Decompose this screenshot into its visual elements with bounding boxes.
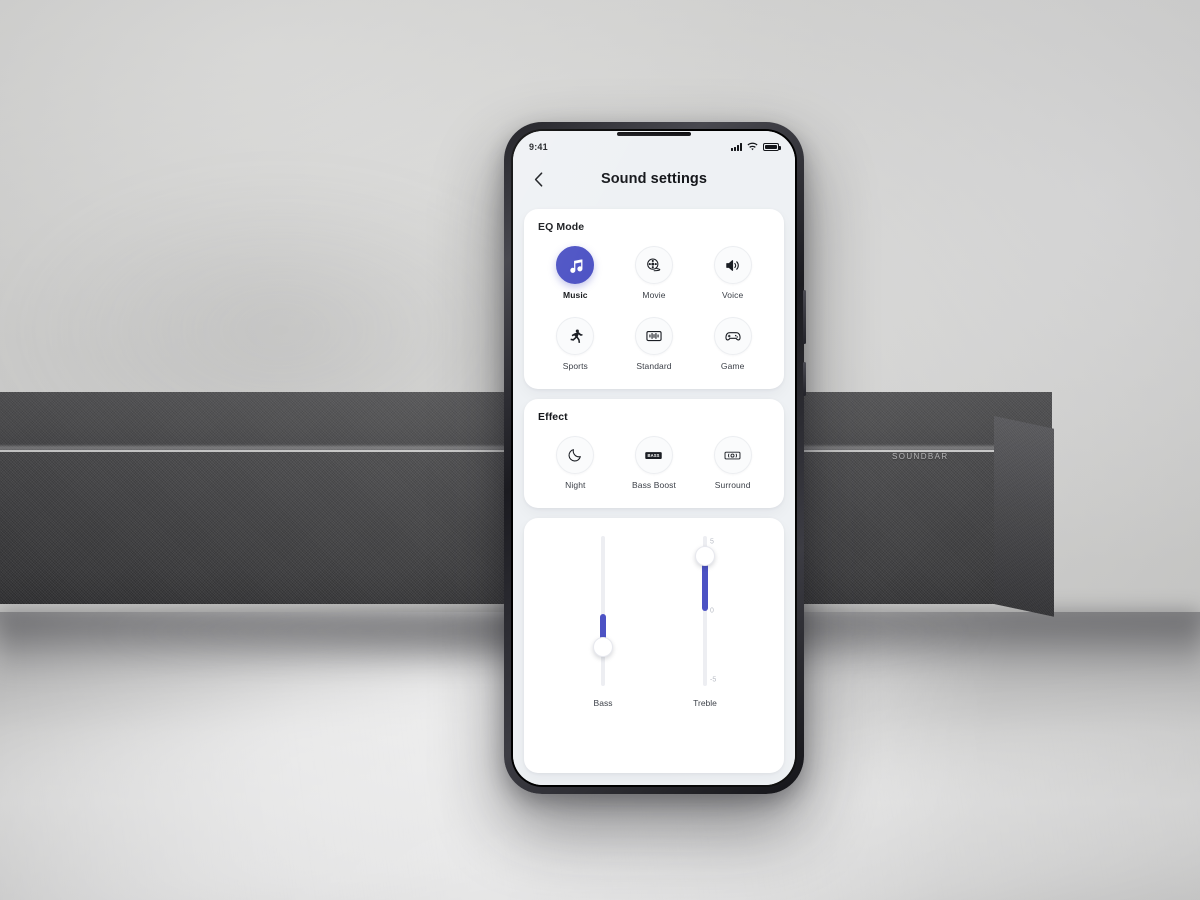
tick-label: 5: [710, 538, 714, 546]
eq-mode-music[interactable]: Music: [536, 237, 615, 304]
status-icons: [731, 138, 781, 156]
eq-mode-label: Standard: [636, 361, 672, 371]
effect-bass-boost[interactable]: BASS Bass Boost: [615, 427, 694, 494]
tick-label: 0: [710, 607, 714, 615]
eq-mode-voice[interactable]: Voice: [693, 237, 772, 304]
running-icon: [556, 317, 595, 355]
eq-mode-label: Sports: [562, 361, 588, 371]
music-note-icon: [556, 246, 595, 284]
treble-slider-track-area[interactable]: 5 0 -5: [682, 536, 728, 686]
treble-slider: 5 0 -5 Treble: [682, 536, 728, 763]
soundbar-right-end-cap: [994, 416, 1054, 617]
effect-card: Effect Night BASS Bass Boost Surround: [524, 399, 784, 508]
effect-label: Night: [565, 480, 586, 490]
moon-icon: [556, 436, 595, 474]
treble-slider-label: Treble: [693, 698, 717, 708]
volume-button[interactable]: [803, 290, 806, 344]
effect-label: Surround: [714, 480, 751, 490]
surround-icon: [713, 436, 752, 474]
eq-mode-label: Game: [720, 361, 745, 371]
eq-mode-sports[interactable]: Sports: [536, 308, 615, 375]
battery-icon: [763, 143, 781, 151]
eq-mode-label: Music: [563, 290, 588, 300]
page-title: Sound settings: [600, 171, 708, 187]
eq-mode-standard[interactable]: Standard: [615, 308, 694, 375]
app-header: Sound settings: [513, 157, 795, 201]
effect-title: Effect: [538, 411, 568, 423]
earpiece-speaker: [617, 132, 691, 136]
back-button[interactable]: [527, 168, 549, 190]
tone-sliders-card: Bass 5 0 -5 Treble: [524, 518, 784, 773]
bass-box-icon: BASS: [634, 436, 673, 474]
tick-label: -5: [710, 676, 717, 684]
effect-label: Bass Boost: [631, 480, 676, 490]
eq-mode-label: Movie: [642, 290, 666, 300]
power-button[interactable]: [803, 362, 806, 396]
eq-mode-movie[interactable]: Movie: [615, 237, 694, 304]
bass-slider-track: [601, 536, 605, 686]
effect-surround[interactable]: Surround: [693, 427, 772, 494]
status-time: 9:41: [529, 142, 548, 152]
tone-slider-row: Bass 5 0 -5 Treble: [536, 536, 772, 763]
treble-slider-ticks: 5 0 -5: [710, 536, 730, 686]
bass-slider-track-area[interactable]: [580, 536, 626, 686]
bass-slider-thumb[interactable]: [593, 637, 613, 657]
eq-mode-label: Voice: [722, 290, 744, 300]
app-screen: 9:41 Sound settings EQ Mode Music Movie …: [513, 131, 795, 785]
film-reel-icon: [634, 246, 673, 284]
effect-grid: Night BASS Bass Boost Surround: [536, 427, 772, 494]
equalizer-icon: [634, 317, 673, 355]
smartphone-device: 9:41 Sound settings EQ Mode Music Movie …: [504, 122, 806, 794]
svg-text:BASS: BASS: [648, 453, 660, 458]
bass-slider: Bass: [580, 536, 626, 763]
bass-slider-label: Bass: [593, 698, 613, 708]
settings-content: EQ Mode Music Movie Voice Sports Standar…: [513, 201, 795, 785]
chevron-left-icon: [534, 171, 542, 187]
eq-mode-game[interactable]: Game: [693, 308, 772, 375]
signal-icon: [731, 143, 742, 151]
phone-bezel: 9:41 Sound settings EQ Mode Music Movie …: [511, 129, 797, 787]
eq-mode-grid: Music Movie Voice Sports Standard Game: [536, 237, 772, 375]
eq-mode-title: EQ Mode: [538, 221, 585, 233]
gamepad-icon: [713, 317, 752, 355]
soundbar-brand-plate: SOUNDBAR: [892, 452, 949, 461]
product-photo-scene: SOUNDBAR 9:41 Sound settings EQ Mode Mus…: [0, 0, 1200, 900]
wifi-icon: [747, 138, 758, 156]
effect-night[interactable]: Night: [536, 427, 615, 494]
eq-mode-card: EQ Mode Music Movie Voice Sports Standar…: [524, 209, 784, 389]
speaker-wave-icon: [713, 246, 752, 284]
